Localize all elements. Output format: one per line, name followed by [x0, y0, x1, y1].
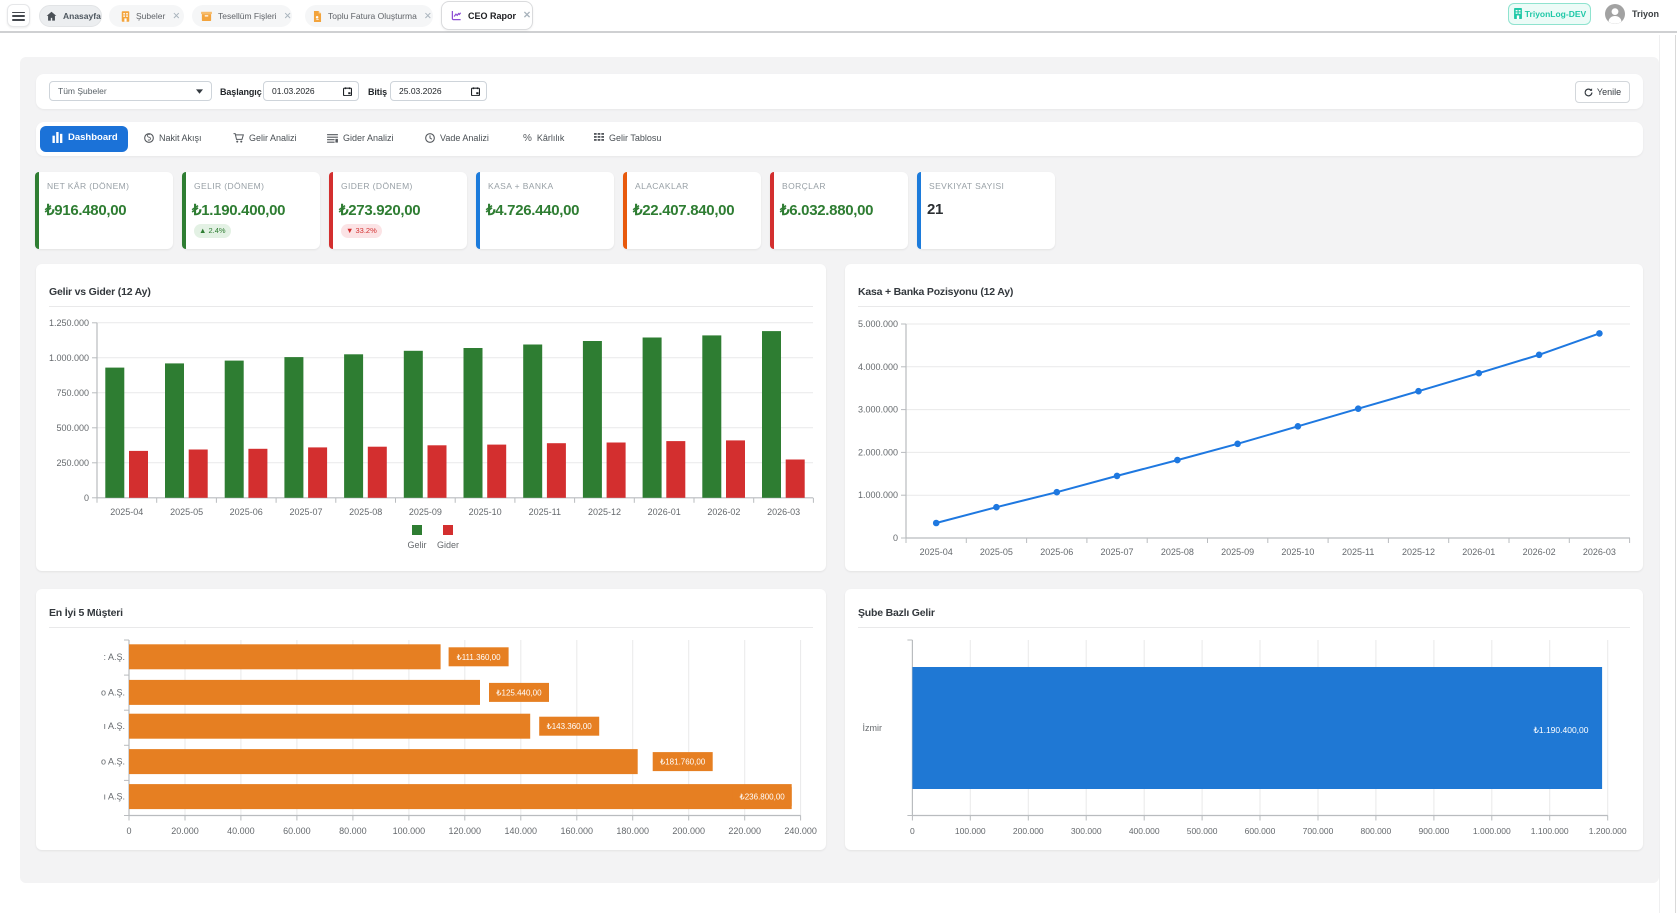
- svg-text:2025-08: 2025-08: [349, 507, 382, 517]
- svg-text:700.000: 700.000: [1303, 826, 1334, 836]
- svg-text:750.000: 750.000: [56, 388, 89, 398]
- svg-text:200.000: 200.000: [1013, 826, 1044, 836]
- svg-text:₺143.360,00: ₺143.360,00: [547, 722, 593, 731]
- svg-text:2026-02: 2026-02: [1523, 547, 1556, 557]
- svg-text:1.000.000: 1.000.000: [1473, 826, 1511, 836]
- svg-text:2.000.000: 2.000.000: [858, 447, 898, 457]
- svg-text:2025-07: 2025-07: [1100, 547, 1133, 557]
- svg-text:₺181.760,00: ₺181.760,00: [660, 758, 706, 767]
- svg-text:1.000.000: 1.000.000: [49, 353, 89, 363]
- svg-text:₺236.800,00: ₺236.800,00: [740, 793, 786, 802]
- svg-text:60.000: 60.000: [283, 826, 311, 836]
- svg-text:2025-10: 2025-10: [1281, 547, 1314, 557]
- svg-text:2025-09: 2025-09: [409, 507, 442, 517]
- svg-text:1.000.000: 1.000.000: [858, 490, 898, 500]
- svg-text:2025-12: 2025-12: [588, 507, 621, 517]
- svg-text:Gelir: Gelir: [407, 540, 426, 550]
- svg-text:2026-01: 2026-01: [648, 507, 681, 517]
- svg-text:Gelir vs Gider (12 Ay): Gelir vs Gider (12 Ay): [49, 286, 151, 298]
- svg-text:2025-11: 2025-11: [1342, 547, 1374, 557]
- svg-text:2026-01: 2026-01: [1462, 547, 1495, 557]
- svg-text:Kasa + Banka Pozisyonu (12 Ay): Kasa + Banka Pozisyonu (12 Ay): [858, 286, 1013, 298]
- svg-text:160.000: 160.000: [561, 826, 594, 836]
- svg-text:250.000: 250.000: [56, 458, 89, 468]
- svg-text:En İyi 5 Müşteri: En İyi 5 Müşteri: [49, 606, 123, 619]
- svg-text:2025-12: 2025-12: [1402, 547, 1435, 557]
- svg-text:o A.Ş.: o A.Ş.: [101, 757, 125, 767]
- svg-text:800.000: 800.000: [1361, 826, 1392, 836]
- svg-text:300.000: 300.000: [1071, 826, 1102, 836]
- svg-text:ı A.Ş.: ı A.Ş.: [103, 721, 125, 731]
- svg-text:220.000: 220.000: [728, 826, 761, 836]
- svg-text:0: 0: [910, 826, 915, 836]
- svg-text:2025-06: 2025-06: [1040, 547, 1073, 557]
- svg-text:2025-04: 2025-04: [110, 507, 143, 517]
- svg-text:2026-02: 2026-02: [707, 507, 740, 517]
- svg-text:0: 0: [84, 493, 89, 503]
- svg-text:500.000: 500.000: [1187, 826, 1218, 836]
- svg-text:₺125.440,00: ₺125.440,00: [496, 688, 542, 697]
- svg-text:Gider: Gider: [437, 540, 459, 550]
- svg-text:4.000.000: 4.000.000: [858, 362, 898, 372]
- svg-text:1.100.000: 1.100.000: [1531, 826, 1569, 836]
- svg-text:100.000: 100.000: [393, 826, 426, 836]
- svg-text:40.000: 40.000: [227, 826, 255, 836]
- svg-text:1.250.000: 1.250.000: [49, 318, 89, 328]
- svg-text:2025-08: 2025-08: [1161, 547, 1194, 557]
- svg-text:3.000.000: 3.000.000: [858, 405, 898, 415]
- svg-text:180.000: 180.000: [616, 826, 649, 836]
- svg-text:₺111.360,00: ₺111.360,00: [457, 653, 501, 662]
- svg-text:2025-11: 2025-11: [529, 507, 561, 517]
- svg-text:80.000: 80.000: [339, 826, 367, 836]
- svg-text:240.000: 240.000: [784, 826, 817, 836]
- svg-text:2025-09: 2025-09: [1221, 547, 1254, 557]
- svg-text:120.000: 120.000: [449, 826, 482, 836]
- svg-text:20.000: 20.000: [171, 826, 199, 836]
- svg-text:2025-05: 2025-05: [170, 507, 203, 517]
- svg-text:400.000: 400.000: [1129, 826, 1160, 836]
- svg-text:100.000: 100.000: [955, 826, 986, 836]
- svg-text:2026-03: 2026-03: [767, 507, 800, 517]
- svg-text:İzmir: İzmir: [863, 723, 883, 733]
- svg-text:Şube Bazlı Gelir: Şube Bazlı Gelir: [858, 607, 935, 619]
- svg-text:2025-05: 2025-05: [980, 547, 1013, 557]
- svg-text:5.000.000: 5.000.000: [858, 319, 898, 329]
- svg-text:0: 0: [126, 826, 131, 836]
- svg-text:2025-07: 2025-07: [289, 507, 322, 517]
- svg-text:1.200.000: 1.200.000: [1589, 826, 1627, 836]
- svg-text:600.000: 600.000: [1245, 826, 1276, 836]
- svg-text:2026-03: 2026-03: [1583, 547, 1616, 557]
- svg-text:ı A.Ş.: ı A.Ş.: [103, 792, 125, 802]
- svg-text:0: 0: [893, 533, 898, 543]
- svg-text:2025-04: 2025-04: [920, 547, 953, 557]
- svg-text:2025-10: 2025-10: [469, 507, 502, 517]
- svg-text:o A.Ş.: o A.Ş.: [101, 687, 125, 697]
- svg-text:500.000: 500.000: [56, 423, 89, 433]
- svg-text:: A.Ş.: : A.Ş.: [103, 652, 125, 662]
- svg-text:₺1.190.400,00: ₺1.190.400,00: [1533, 725, 1588, 735]
- svg-text:900.000: 900.000: [1419, 826, 1450, 836]
- svg-text:2025-06: 2025-06: [230, 507, 263, 517]
- svg-text:140.000: 140.000: [505, 826, 538, 836]
- svg-text:200.000: 200.000: [672, 826, 705, 836]
